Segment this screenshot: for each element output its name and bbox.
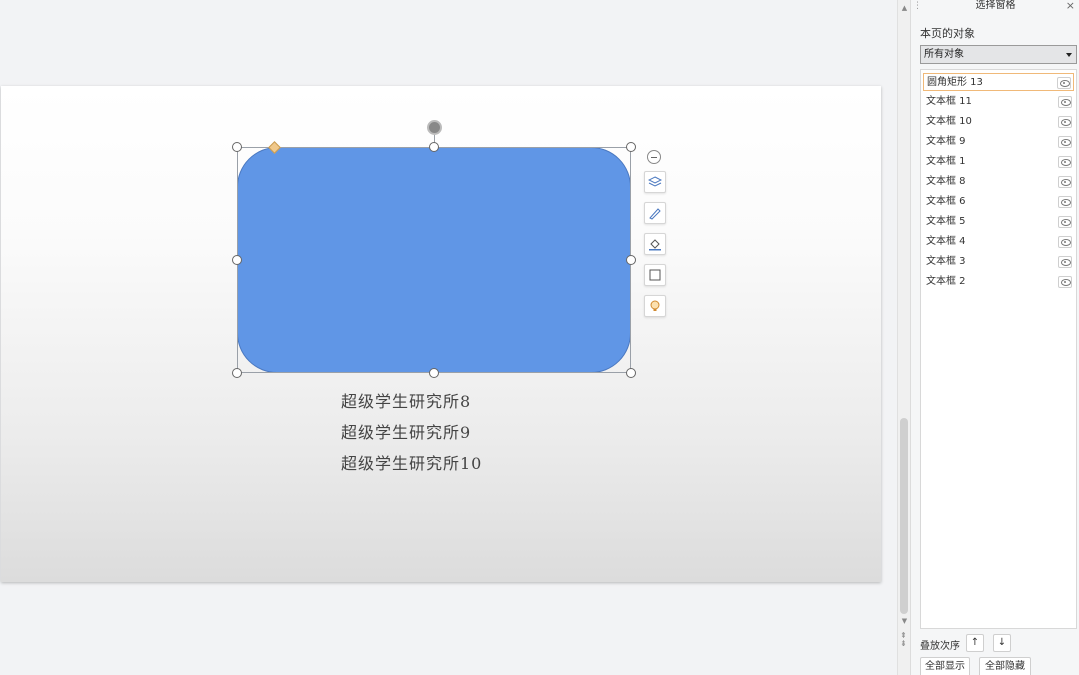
- eye-icon[interactable]: [1058, 176, 1072, 188]
- move-up-button[interactable]: ↑: [966, 634, 984, 652]
- resize-handle-top[interactable]: [429, 142, 439, 152]
- list-item[interactable]: 文本框 2: [923, 273, 1074, 291]
- slide-text-line[interactable]: 超级学生研究所10: [341, 450, 482, 474]
- resize-handle-bottom-right[interactable]: [626, 368, 636, 378]
- scroll-down-icon[interactable]: ▼: [900, 617, 909, 626]
- objects-on-page-label: 本页的对象: [920, 27, 975, 40]
- object-list: 圆角矩形 13 文本框 11 文本框 10 文本框 9 文本框 1 文本框 8 …: [920, 69, 1077, 629]
- style-brush-button[interactable]: [644, 202, 666, 224]
- resize-handle-bottom-left[interactable]: [232, 368, 242, 378]
- move-down-button[interactable]: ↓: [993, 634, 1011, 652]
- list-item-label: 文本框 3: [926, 256, 966, 267]
- resize-handle-right[interactable]: [626, 255, 636, 265]
- smart-effects-button[interactable]: [644, 295, 666, 317]
- eye-icon[interactable]: [1058, 256, 1072, 268]
- list-item-label: 文本框 6: [926, 196, 966, 207]
- collapse-toolbar-icon[interactable]: [647, 150, 661, 164]
- object-filter-select[interactable]: 所有对象: [920, 45, 1077, 64]
- chevron-down-icon: [1066, 53, 1072, 57]
- list-item[interactable]: 文本框 5: [923, 213, 1074, 231]
- stacking-order-label: 叠放次序: [920, 641, 960, 652]
- list-item[interactable]: 文本框 9: [923, 133, 1074, 151]
- outline-button[interactable]: [644, 264, 666, 286]
- list-item[interactable]: 文本框 8: [923, 173, 1074, 191]
- slide-canvas-area: 超级学生研究所8 超级学生研究所9 超级学生研究所10: [0, 0, 897, 675]
- list-item[interactable]: 文本框 6: [923, 193, 1074, 211]
- list-item-label: 文本框 9: [926, 136, 966, 147]
- rotate-handle[interactable]: [427, 120, 442, 135]
- eye-icon[interactable]: [1058, 236, 1072, 248]
- scrollbar-thumb[interactable]: [900, 418, 908, 614]
- eye-icon[interactable]: [1058, 156, 1072, 168]
- close-icon[interactable]: ×: [1066, 0, 1075, 12]
- slide-text-line[interactable]: 超级学生研究所9: [341, 419, 471, 443]
- eye-icon[interactable]: [1058, 216, 1072, 228]
- eye-icon[interactable]: [1058, 276, 1072, 288]
- eye-icon[interactable]: [1057, 77, 1071, 89]
- lightbulb-icon: [650, 300, 660, 311]
- layers-button[interactable]: [644, 171, 666, 193]
- list-item-label: 文本框 2: [926, 276, 966, 287]
- outline-icon: [649, 269, 661, 281]
- list-item-label: 文本框 11: [926, 96, 972, 107]
- fill-button[interactable]: [644, 233, 666, 255]
- list-item-label: 文本框 10: [926, 116, 972, 127]
- list-item[interactable]: 文本框 3: [923, 253, 1074, 271]
- pane-title: 选择窗格: [975, 0, 1016, 11]
- arrow-down-icon: ↓: [997, 637, 1007, 648]
- resize-handle-top-left[interactable]: [232, 142, 242, 152]
- resize-handle-bottom[interactable]: [429, 368, 439, 378]
- eye-icon[interactable]: [1058, 96, 1072, 108]
- resize-handle-top-right[interactable]: [626, 142, 636, 152]
- list-item[interactable]: 圆角矩形 13: [923, 73, 1074, 91]
- list-item-label: 文本框 1: [926, 156, 966, 167]
- selection-pane: ⋮ 选择窗格 × 本页的对象 所有对象 圆角矩形 13 文本框 11 文本框 1…: [910, 0, 1079, 675]
- eye-icon[interactable]: [1058, 136, 1072, 148]
- eye-icon[interactable]: [1058, 196, 1072, 208]
- rounded-rectangle-shape[interactable]: [237, 147, 631, 373]
- list-item[interactable]: 文本框 4: [923, 233, 1074, 251]
- slide-text-line[interactable]: 超级学生研究所8: [341, 388, 471, 412]
- scroll-up-icon[interactable]: ▲: [900, 4, 909, 13]
- page-nav-icon[interactable]: ⇞ ⇟: [900, 632, 907, 648]
- fill-icon: [649, 239, 661, 251]
- list-item[interactable]: 文本框 1: [923, 153, 1074, 171]
- list-item-label: 文本框 5: [926, 216, 966, 227]
- eye-icon[interactable]: [1058, 116, 1072, 128]
- list-item[interactable]: 文本框 11: [923, 93, 1074, 111]
- list-item-label: 文本框 4: [926, 236, 966, 247]
- list-item-label: 文本框 8: [926, 176, 966, 187]
- brush-icon: [649, 208, 661, 220]
- hide-all-button[interactable]: 全部隐藏: [979, 657, 1031, 675]
- arrow-up-icon: ↑: [970, 637, 980, 648]
- resize-handle-left[interactable]: [232, 255, 242, 265]
- vertical-scrollbar[interactable]: ▲ ▼: [897, 0, 910, 675]
- list-item-label: 圆角矩形 13: [927, 77, 983, 88]
- object-filter-value: 所有对象: [924, 49, 964, 60]
- show-all-button[interactable]: 全部显示: [920, 657, 970, 675]
- list-item[interactable]: 文本框 10: [923, 113, 1074, 131]
- layers-icon: [648, 176, 662, 187]
